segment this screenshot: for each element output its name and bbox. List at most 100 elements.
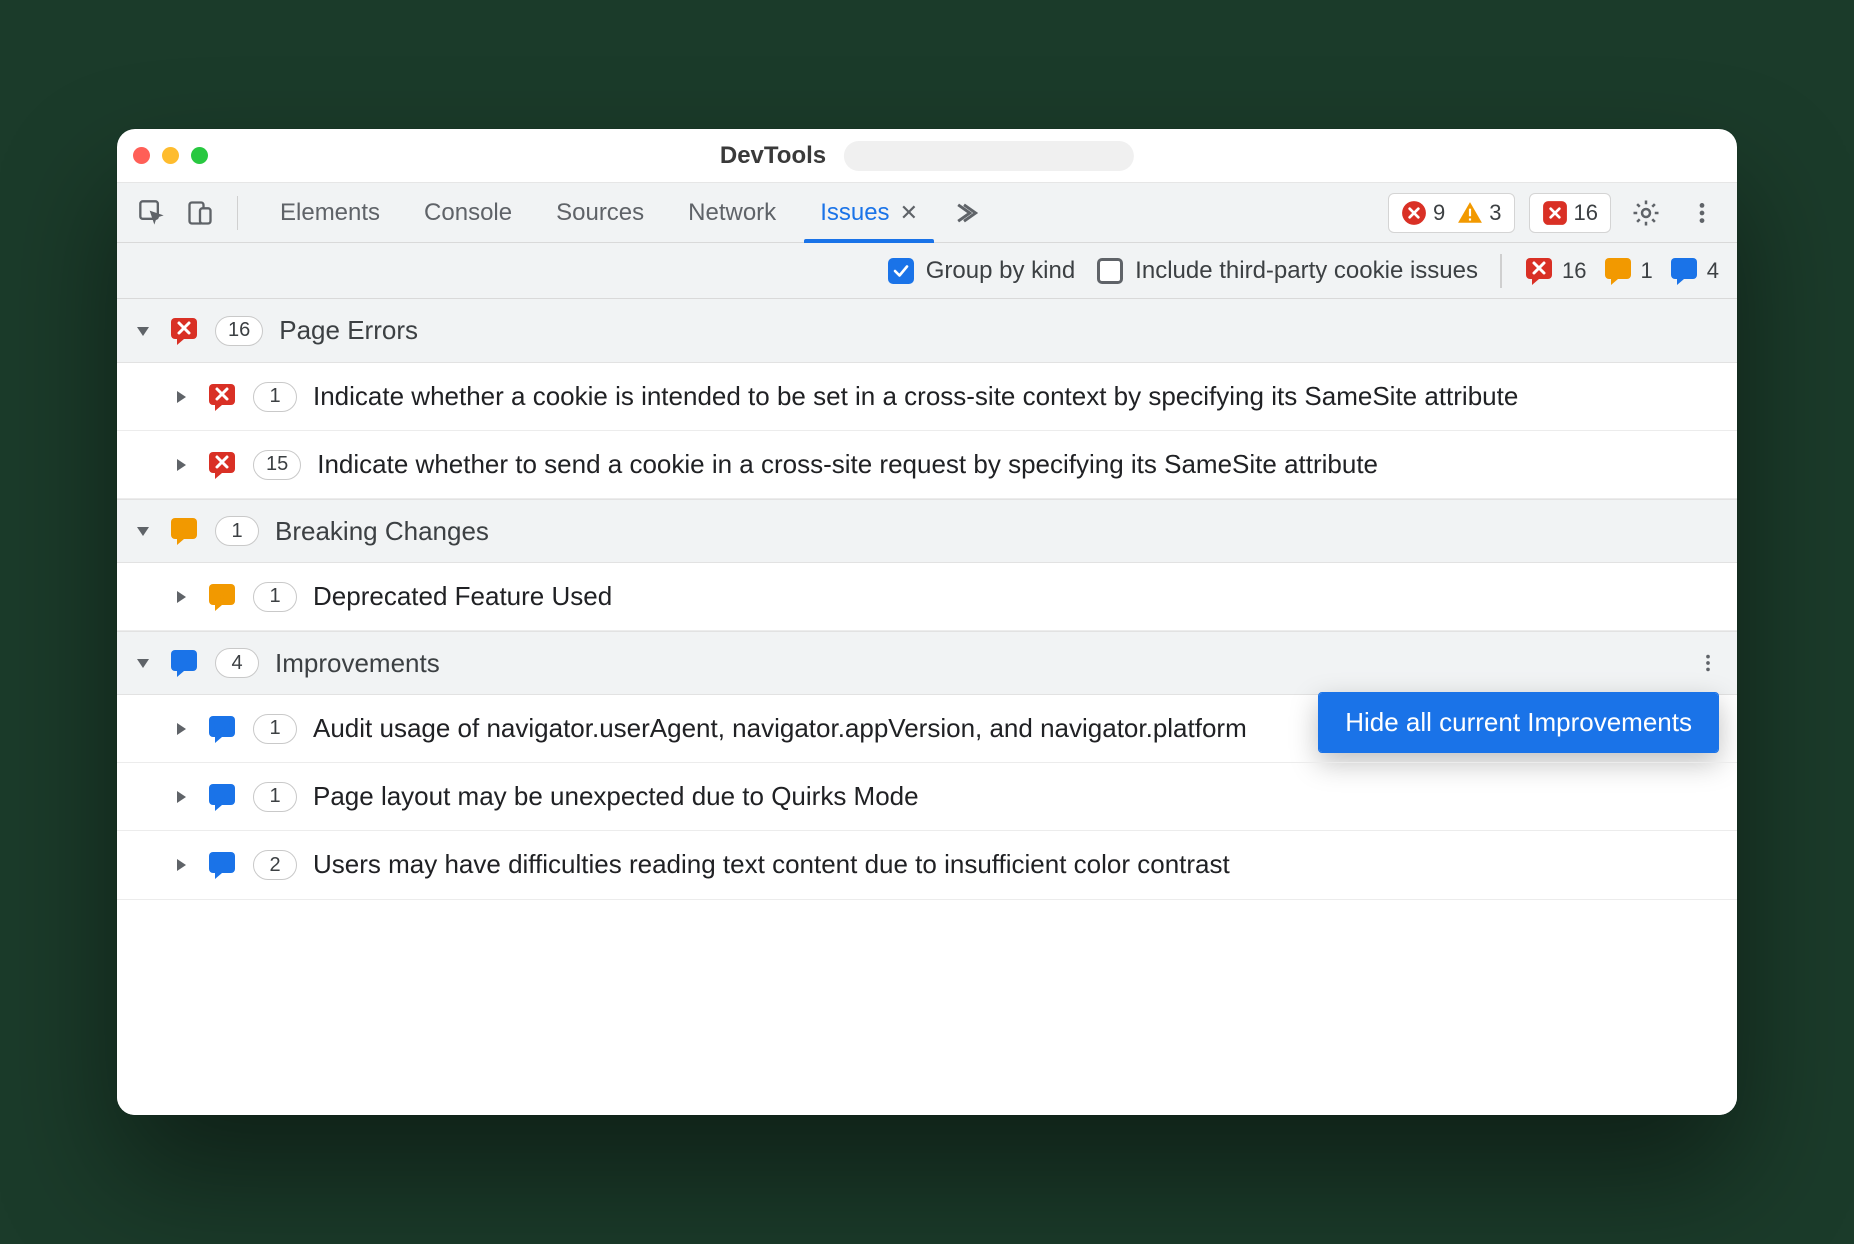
error-count: 9	[1433, 200, 1445, 226]
window-close-button[interactable]	[133, 147, 150, 164]
error-chat-icon	[207, 382, 237, 412]
info-chat-icon	[169, 648, 199, 678]
issue-title: Deprecated Feature Used	[313, 579, 1721, 614]
checkbox-label: Group by kind	[926, 257, 1075, 285]
error-chat-icon	[1524, 256, 1554, 286]
severity-count: 4	[1707, 258, 1719, 284]
console-status-badge[interactable]: 9 3	[1388, 193, 1515, 233]
window-titlebar: DevTools	[117, 129, 1737, 183]
issue-count-pill: 1	[253, 714, 297, 744]
tab-label: Console	[424, 199, 512, 227]
issue-row[interactable]: 2 Users may have difficulties reading te…	[117, 831, 1737, 899]
group-count-pill: 4	[215, 648, 259, 678]
checkbox-icon	[1097, 258, 1123, 284]
issues-options-bar: Group by kind Include third-party cookie…	[117, 243, 1737, 299]
error-circle-icon	[1401, 200, 1427, 226]
issue-row[interactable]: 15 Indicate whether to send a cookie in …	[117, 431, 1737, 499]
severity-count: 16	[1562, 258, 1586, 284]
group-more-icon[interactable]	[1697, 652, 1719, 674]
warning-triangle-icon	[1457, 200, 1483, 226]
issues-status-badge[interactable]: 16	[1529, 193, 1611, 233]
group-by-kind-checkbox[interactable]: Group by kind	[888, 257, 1075, 285]
issue-row[interactable]: 1 Indicate whether a cookie is intended …	[117, 363, 1737, 431]
tab-elements[interactable]: Elements	[258, 183, 402, 242]
issue-count-pill: 15	[253, 450, 301, 480]
issue-group-header[interactable]: 1 Breaking Changes	[117, 499, 1737, 563]
issue-count-pill: 1	[253, 382, 297, 412]
disclosure-triangle-icon	[171, 789, 191, 805]
devtools-tabstrip: Elements Console Sources Network Issues …	[117, 183, 1737, 243]
group-count-pill: 1	[215, 516, 259, 546]
issue-group-header[interactable]: 16 Page Errors	[117, 299, 1737, 363]
disclosure-triangle-icon	[133, 655, 153, 671]
tab-issues[interactable]: Issues ✕	[798, 183, 940, 242]
tab-sources[interactable]: Sources	[534, 183, 666, 242]
issue-title: Audit usage of navigator.userAgent, navi…	[313, 711, 1721, 746]
settings-gear-icon[interactable]	[1625, 192, 1667, 234]
checkbox-label: Include third-party cookie issues	[1135, 257, 1478, 285]
window-title-text: DevTools	[720, 142, 826, 170]
info-chat-icon	[1669, 256, 1699, 286]
error-chat-icon	[169, 316, 199, 346]
issue-title: Users may have difficulties reading text…	[313, 847, 1721, 882]
checkbox-icon	[888, 258, 914, 284]
severity-error[interactable]: 16	[1524, 256, 1586, 286]
disclosure-triangle-icon	[171, 857, 191, 873]
devtools-window: DevTools Elements Console Sources Networ…	[117, 129, 1737, 1115]
info-chat-icon	[207, 782, 237, 812]
tabs-overflow-icon[interactable]	[940, 183, 988, 242]
tab-network[interactable]: Network	[666, 183, 798, 242]
severity-info[interactable]: 4	[1669, 256, 1719, 286]
warning-chat-icon	[169, 516, 199, 546]
window-subtitle-redacted	[844, 141, 1134, 171]
separator	[237, 196, 238, 230]
group-title: Page Errors	[279, 315, 418, 346]
separator	[1500, 254, 1502, 288]
issue-row[interactable]: 1 Audit usage of navigator.userAgent, na…	[117, 695, 1737, 763]
warning-chat-icon	[1603, 256, 1633, 286]
tab-label: Network	[688, 199, 776, 227]
disclosure-triangle-icon	[133, 323, 153, 339]
disclosure-triangle-icon	[171, 389, 191, 405]
window-traffic-lights	[133, 147, 208, 164]
disclosure-triangle-icon	[171, 721, 191, 737]
inspect-element-icon[interactable]	[131, 192, 173, 234]
group-title: Improvements	[275, 648, 440, 679]
tab-label: Issues	[820, 199, 889, 227]
window-zoom-button[interactable]	[191, 147, 208, 164]
issue-group-header[interactable]: 4 Improvements Hide all current Improvem…	[117, 631, 1737, 695]
severity-counts: 16 1 4	[1524, 256, 1719, 286]
issue-row[interactable]: 1 Page layout may be unexpected due to Q…	[117, 763, 1737, 831]
tab-console[interactable]: Console	[402, 183, 534, 242]
third-party-cookies-checkbox[interactable]: Include third-party cookie issues	[1097, 257, 1478, 285]
more-options-icon[interactable]	[1681, 192, 1723, 234]
disclosure-triangle-icon	[171, 589, 191, 605]
info-chat-icon	[207, 850, 237, 880]
tab-label: Elements	[280, 199, 380, 227]
warning-chat-icon	[207, 582, 237, 612]
issue-title: Indicate whether to send a cookie in a c…	[317, 447, 1721, 482]
group-title: Breaking Changes	[275, 516, 489, 547]
info-chat-icon	[207, 714, 237, 744]
issue-count-pill: 2	[253, 850, 297, 880]
issue-row[interactable]: 1 Deprecated Feature Used	[117, 563, 1737, 631]
issue-title: Indicate whether a cookie is intended to…	[313, 379, 1721, 414]
device-toolbar-icon[interactable]	[179, 192, 221, 234]
severity-warning[interactable]: 1	[1603, 256, 1653, 286]
warning-count: 3	[1489, 200, 1501, 226]
issue-count-pill: 1	[253, 782, 297, 812]
group-count-pill: 16	[215, 316, 263, 346]
disclosure-triangle-icon	[171, 457, 191, 473]
issues-list: 16 Page Errors 1 Indicate whether a cook…	[117, 299, 1737, 1115]
window-title: DevTools	[720, 141, 1134, 171]
window-minimize-button[interactable]	[162, 147, 179, 164]
tab-label: Sources	[556, 199, 644, 227]
error-chat-icon	[207, 450, 237, 480]
severity-count: 1	[1641, 258, 1653, 284]
panel-tabs: Elements Console Sources Network Issues …	[258, 183, 988, 242]
disclosure-triangle-icon	[133, 523, 153, 539]
issue-title: Page layout may be unexpected due to Qui…	[313, 779, 1721, 814]
issues-count: 16	[1574, 200, 1598, 226]
close-icon[interactable]: ✕	[900, 200, 918, 226]
issue-count-pill: 1	[253, 582, 297, 612]
